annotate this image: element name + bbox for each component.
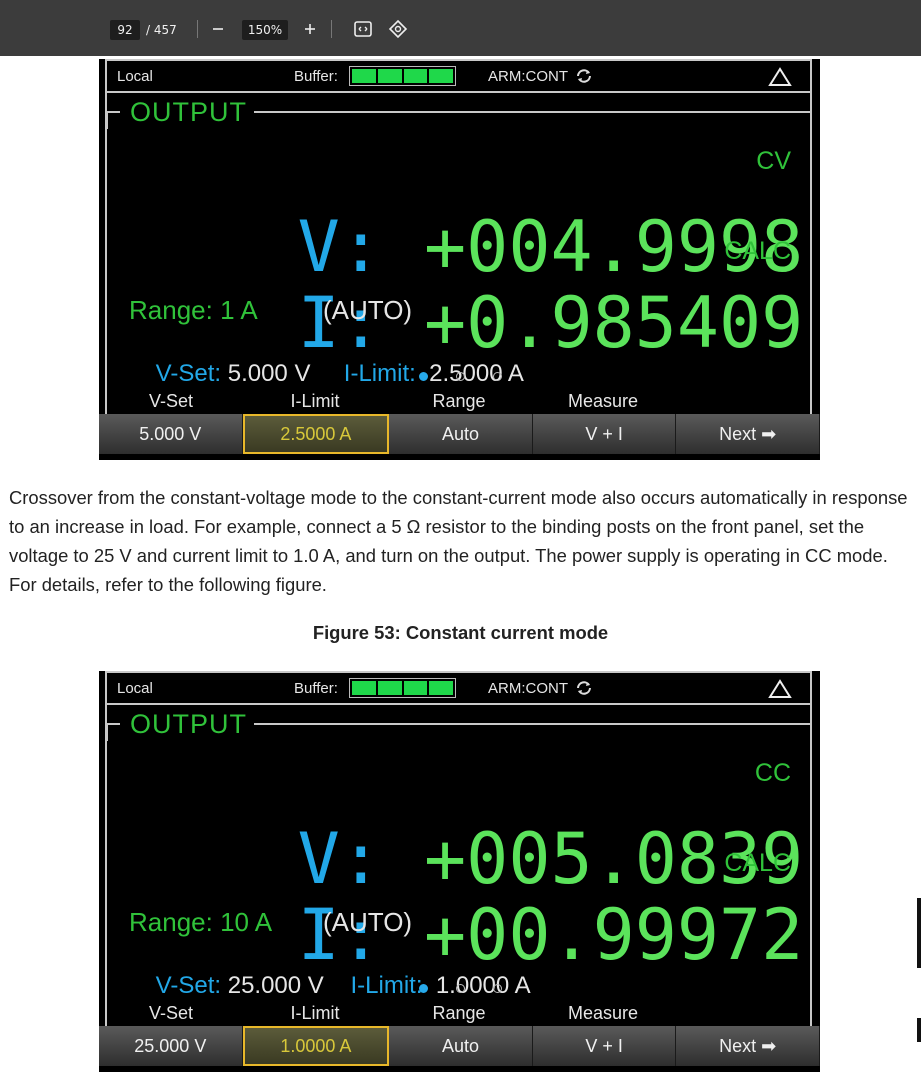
softkey-labels: V-Set I-Limit Range Measure: [99, 1001, 820, 1025]
page-dots[interactable]: [419, 984, 502, 993]
ilimit-softkey[interactable]: 1.0000 A: [242, 1026, 390, 1066]
fit-page-button[interactable]: [352, 18, 374, 40]
range-display: Range: 1 A: [129, 295, 258, 325]
status-bar: Local Buffer: ARM:CONT: [105, 59, 812, 93]
softkey-row: 5.000 V 2.5000 A Auto V + I Next ➡: [99, 414, 820, 454]
toolbar-divider: [197, 20, 198, 38]
buffer-label: Buffer:: [294, 680, 338, 697]
page-total: / 457: [146, 23, 177, 37]
vset-label: V-Set:: [155, 360, 222, 387]
ilimit-label: I-Limit:: [343, 360, 416, 387]
buffer-label: Buffer:: [294, 68, 338, 85]
softkey-label: V-Set: [148, 1003, 194, 1023]
warning-icon[interactable]: [768, 679, 792, 699]
page-number-input[interactable]: 92: [110, 20, 140, 40]
arm-status: ARM:CONT: [488, 68, 568, 85]
arrow-right-icon: ➡: [761, 1036, 777, 1056]
page-dot[interactable]: [493, 372, 502, 381]
vset-value: 25.000 V: [227, 972, 324, 999]
page-dots[interactable]: [419, 372, 502, 381]
softkey-label: I-Limit: [290, 391, 340, 411]
softkey-label: Range: [432, 391, 486, 411]
next-softkey[interactable]: Next ➡: [676, 1026, 820, 1066]
measure-softkey[interactable]: V + I: [532, 1026, 677, 1066]
softkey-label: Measure: [567, 1003, 639, 1023]
plus-icon: [305, 24, 315, 34]
warning-icon[interactable]: [768, 67, 792, 87]
refresh-icon: [577, 681, 591, 695]
calc-indicator: CALC: [724, 849, 791, 877]
page-dot[interactable]: [419, 984, 428, 993]
zoom-out-button[interactable]: [207, 18, 229, 40]
mode-indicator: CV: [756, 147, 791, 175]
figure-caption: Figure 53: Constant current mode: [312, 622, 609, 643]
scrollbar-fragment[interactable]: [917, 1018, 921, 1042]
minus-icon: [213, 28, 223, 30]
page-dot[interactable]: [456, 372, 465, 381]
range-mode: (AUTO): [323, 907, 413, 937]
scrollbar-fragment[interactable]: [917, 898, 921, 968]
vset-label: V-Set:: [155, 972, 222, 999]
vset-softkey[interactable]: 25.000 V: [99, 1026, 243, 1066]
zoom-in-button[interactable]: [299, 18, 321, 40]
ilimit-softkey[interactable]: 2.5000 A: [242, 414, 390, 454]
measure-softkey[interactable]: V + I: [532, 414, 677, 454]
body-paragraph: Crossover from the constant-voltage mode…: [9, 487, 908, 595]
status-bar: Local Buffer: ARM:CONT: [105, 671, 812, 705]
local-indicator: Local: [117, 680, 153, 697]
mode-indicator: CC: [754, 759, 791, 787]
softkey-row: 25.000 V 1.0000 A Auto V + I Next ➡: [99, 1026, 820, 1066]
page-dot[interactable]: [456, 984, 465, 993]
range-mode: (AUTO): [323, 295, 413, 325]
rotate-icon: [388, 19, 408, 39]
softkey-label: Range: [432, 1003, 486, 1023]
softkey-label: I-Limit: [290, 1003, 340, 1023]
vset-value: 5.000 V: [227, 360, 311, 387]
softkey-label: V-Set: [148, 391, 194, 411]
calc-indicator: CALC: [724, 237, 791, 265]
buffer-bar: [349, 678, 456, 698]
toolbar-divider: [331, 20, 332, 38]
buffer-bar: [349, 66, 456, 86]
refresh-icon: [577, 69, 591, 83]
range-softkey[interactable]: Auto: [389, 1026, 533, 1066]
zoom-level[interactable]: 150%: [242, 20, 288, 40]
range-display: Range: 10 A: [129, 907, 273, 937]
instrument-screen-cv: Local Buffer: ARM:CONT OUTPUT V: +004.99…: [99, 59, 820, 460]
arrow-right-icon: ➡: [761, 424, 777, 444]
local-indicator: Local: [117, 68, 153, 85]
fit-page-icon: [354, 21, 372, 37]
rotate-button[interactable]: [387, 18, 409, 40]
softkey-label: Measure: [567, 391, 639, 411]
arm-status: ARM:CONT: [488, 680, 568, 697]
output-label: OUTPUT: [130, 97, 247, 127]
range-softkey[interactable]: Auto: [389, 414, 533, 454]
next-softkey[interactable]: Next ➡: [676, 414, 820, 454]
output-label: OUTPUT: [130, 709, 247, 739]
ilimit-label: I-Limit:: [350, 972, 423, 999]
page-dot[interactable]: [493, 984, 502, 993]
vset-softkey[interactable]: 5.000 V: [99, 414, 243, 454]
page-dot[interactable]: [419, 372, 428, 381]
softkey-labels: V-Set I-Limit Range Measure: [99, 389, 820, 413]
instrument-screen-cc: Local Buffer: ARM:CONT OUTPUT V: +005.08…: [99, 671, 820, 1072]
pdf-toolbar: 92 / 457 150%: [0, 0, 921, 56]
